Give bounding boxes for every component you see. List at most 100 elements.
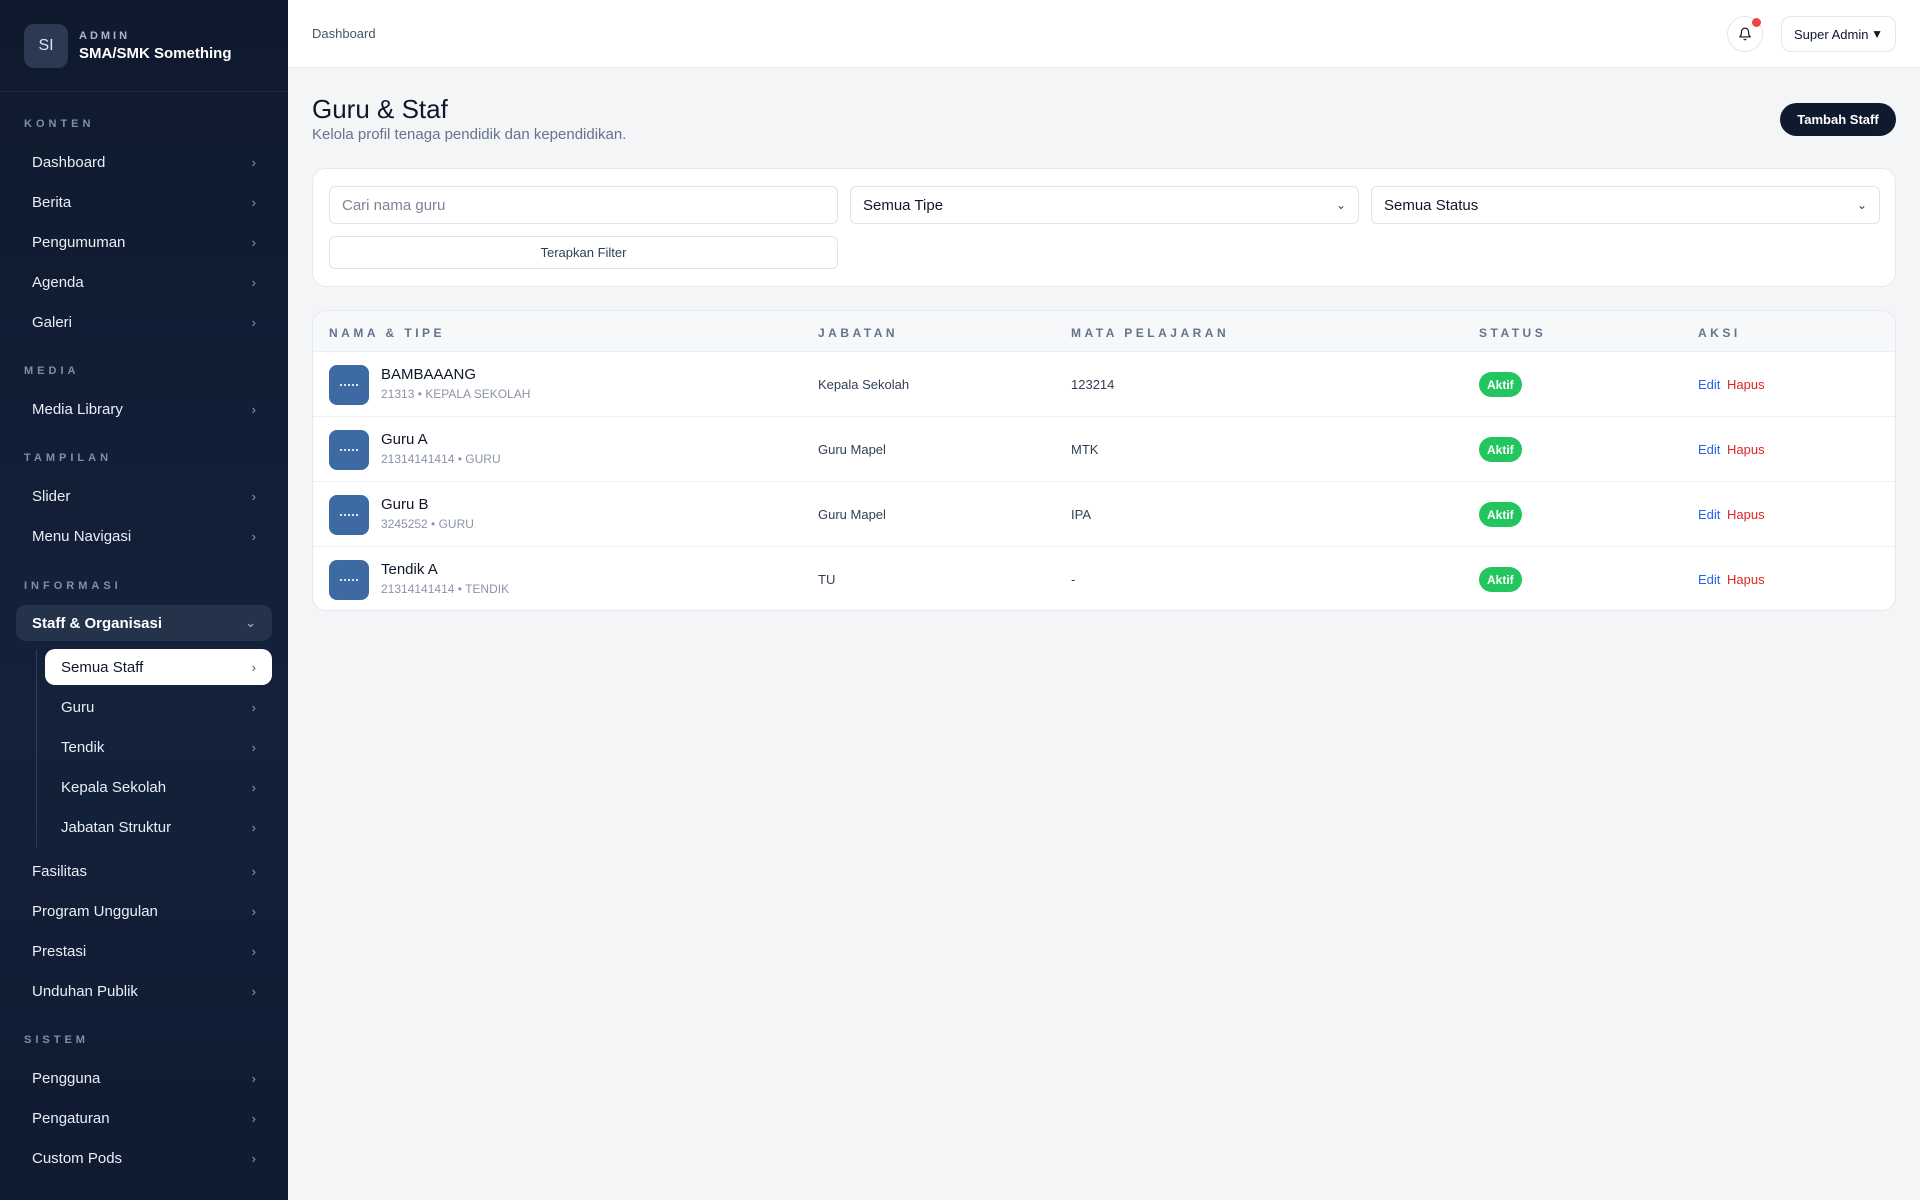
column-header-aksi: AKSI <box>1698 326 1741 340</box>
table-row: Guru B 3245252 • GURU Guru Mapel IPA Akt… <box>313 482 1895 547</box>
sidebar-item-label: Agenda <box>32 273 84 291</box>
delete-link[interactable]: Hapus <box>1727 377 1765 392</box>
notification-button[interactable] <box>1727 16 1763 52</box>
chevron-right-icon: › <box>251 699 256 715</box>
sidebar-subitem-semua-staff[interactable]: Semua Staff › <box>45 649 272 685</box>
table-row: Guru A 21314141414 • GURU Guru Mapel MTK… <box>313 417 1895 482</box>
submenu-guide-line <box>36 650 37 848</box>
sidebar-item-galeri[interactable]: Galeri › <box>16 304 272 340</box>
search-input[interactable]: Cari nama guru <box>329 186 838 224</box>
sidebar-item-fasilitas[interactable]: Fasilitas › <box>16 853 272 889</box>
topbar: Dashboard Super Admin ▼ <box>288 0 1920 68</box>
status-select[interactable]: Semua Status ⌄ <box>1371 186 1880 224</box>
avatar <box>329 430 369 470</box>
apply-filter-button[interactable]: Terapkan Filter <box>329 236 838 269</box>
table-row: Tendik A 21314141414 • TENDIK TU - Aktif… <box>313 547 1895 610</box>
chevron-right-icon: › <box>251 863 256 879</box>
section-label-tampilan: TAMPILAN <box>24 452 113 464</box>
status-badge: Aktif <box>1479 437 1522 462</box>
sidebar-subitem-tendik[interactable]: Tendik › <box>45 729 272 765</box>
sidebar-item-label: Dashboard <box>32 153 106 171</box>
section-label-sistem: SISTEM <box>24 1034 89 1046</box>
sidebar-item-prestasi[interactable]: Prestasi › <box>16 933 272 969</box>
staff-name: Tendik A <box>381 561 438 578</box>
chevron-right-icon: › <box>251 1070 256 1086</box>
sidebar-item-staff-organisasi[interactable]: Staff & Organisasi ⌄ <box>16 605 272 641</box>
staff-jabatan: Kepala Sekolah <box>818 377 910 392</box>
column-header-jabatan: JABATAN <box>818 326 899 340</box>
staff-table: NAMA & TIPE JABATAN MATA PELAJARAN STATU… <box>312 310 1896 611</box>
page-subtitle: Kelola profil tenaga pendidik dan kepend… <box>312 126 627 143</box>
sidebar-item-menu-navigasi[interactable]: Menu Navigasi › <box>16 518 272 554</box>
sidebar-item-label: Staff & Organisasi <box>32 614 163 632</box>
sidebar-subitem-guru[interactable]: Guru › <box>45 689 272 725</box>
user-name: Super Admin <box>1794 26 1869 42</box>
sidebar-item-label: Pengaturan <box>32 1109 110 1127</box>
page-title: Guru & Staf <box>312 94 448 124</box>
filter-panel: Cari nama guru Semua Tipe ⌄ Semua Status… <box>312 168 1896 287</box>
sidebar-item-slider[interactable]: Slider › <box>16 478 272 514</box>
table-header: NAMA & TIPE JABATAN MATA PELAJARAN STATU… <box>313 311 1895 352</box>
status-badge: Aktif <box>1479 502 1522 527</box>
chevron-right-icon: › <box>251 739 256 755</box>
edit-link[interactable]: Edit <box>1698 572 1720 587</box>
delete-link[interactable]: Hapus <box>1727 572 1765 587</box>
sidebar-item-pengaturan[interactable]: Pengaturan › <box>16 1100 272 1136</box>
sidebar-subitem-jabatan-struktur[interactable]: Jabatan Struktur › <box>45 809 272 845</box>
avatar <box>329 560 369 600</box>
sidebar-item-label: Menu Navigasi <box>32 527 132 545</box>
chevron-right-icon: › <box>251 1110 256 1126</box>
staff-name: Guru B <box>381 496 429 513</box>
sidebar-item-custom-pods[interactable]: Custom Pods › <box>16 1140 272 1176</box>
sidebar-subitem-kepala-sekolah[interactable]: Kepala Sekolah › <box>45 769 272 805</box>
chevron-down-icon: ⌄ <box>1856 198 1867 212</box>
breadcrumb[interactable]: Dashboard <box>312 26 376 41</box>
sidebar-item-label: Prestasi <box>32 942 87 960</box>
delete-link[interactable]: Hapus <box>1727 442 1765 457</box>
avatar <box>329 495 369 535</box>
sidebar-item-media-library[interactable]: Media Library › <box>16 391 272 427</box>
staff-mapel: MTK <box>1071 442 1099 457</box>
section-label-konten: KONTEN <box>24 118 95 130</box>
sidebar-item-agenda[interactable]: Agenda › <box>16 264 272 300</box>
edit-link[interactable]: Edit <box>1698 507 1720 522</box>
type-select[interactable]: Semua Tipe ⌄ <box>850 186 1359 224</box>
chevron-right-icon: › <box>251 194 256 210</box>
staff-meta: 3245252 • GURU <box>381 517 474 531</box>
sidebar-item-label: Galeri <box>32 313 73 331</box>
sidebar-item-label: Berita <box>32 193 72 211</box>
sidebar-item-label: Unduhan Publik <box>32 982 138 1000</box>
chevron-right-icon: › <box>251 779 256 795</box>
sidebar-item-pengumuman[interactable]: Pengumuman › <box>16 224 272 260</box>
chevron-down-icon: ⌄ <box>1335 198 1346 212</box>
delete-link[interactable]: Hapus <box>1727 507 1765 522</box>
chevron-right-icon: › <box>251 401 256 417</box>
sidebar-item-label: Program Unggulan <box>32 902 158 920</box>
chevron-right-icon: › <box>251 983 256 999</box>
column-header-status: STATUS <box>1479 326 1547 340</box>
status-select-value: Semua Status <box>1384 196 1479 214</box>
edit-link[interactable]: Edit <box>1698 377 1720 392</box>
chevron-right-icon: › <box>251 903 256 919</box>
sidebar-item-label: Pengumuman <box>32 233 126 251</box>
staff-jabatan: Guru Mapel <box>818 507 886 522</box>
staff-jabatan: TU <box>818 572 836 587</box>
sidebar-item-berita[interactable]: Berita › <box>16 184 272 220</box>
staff-mapel: - <box>1071 572 1076 587</box>
chevron-right-icon: › <box>251 488 256 504</box>
chevron-right-icon: › <box>251 234 256 250</box>
notification-dot <box>1752 18 1761 27</box>
sidebar-item-unduhan-publik[interactable]: Unduhan Publik › <box>16 973 272 1009</box>
sidebar-item-pengguna[interactable]: Pengguna › <box>16 1060 272 1096</box>
section-label-informasi: INFORMASI <box>24 580 122 592</box>
sidebar-item-dashboard[interactable]: Dashboard › <box>16 144 272 180</box>
edit-link[interactable]: Edit <box>1698 442 1720 457</box>
add-staff-button[interactable]: Tambah Staff <box>1780 103 1896 136</box>
staff-name: Guru A <box>381 431 428 448</box>
sidebar-item-label: Fasilitas <box>32 862 88 880</box>
sidebar-item-label: Tendik <box>61 738 105 756</box>
chevron-right-icon: › <box>251 314 256 330</box>
user-menu-button[interactable]: Super Admin ▼ <box>1781 16 1896 52</box>
sidebar-item-label: Kepala Sekolah <box>61 778 167 796</box>
sidebar-item-program-unggulan[interactable]: Program Unggulan › <box>16 893 272 929</box>
